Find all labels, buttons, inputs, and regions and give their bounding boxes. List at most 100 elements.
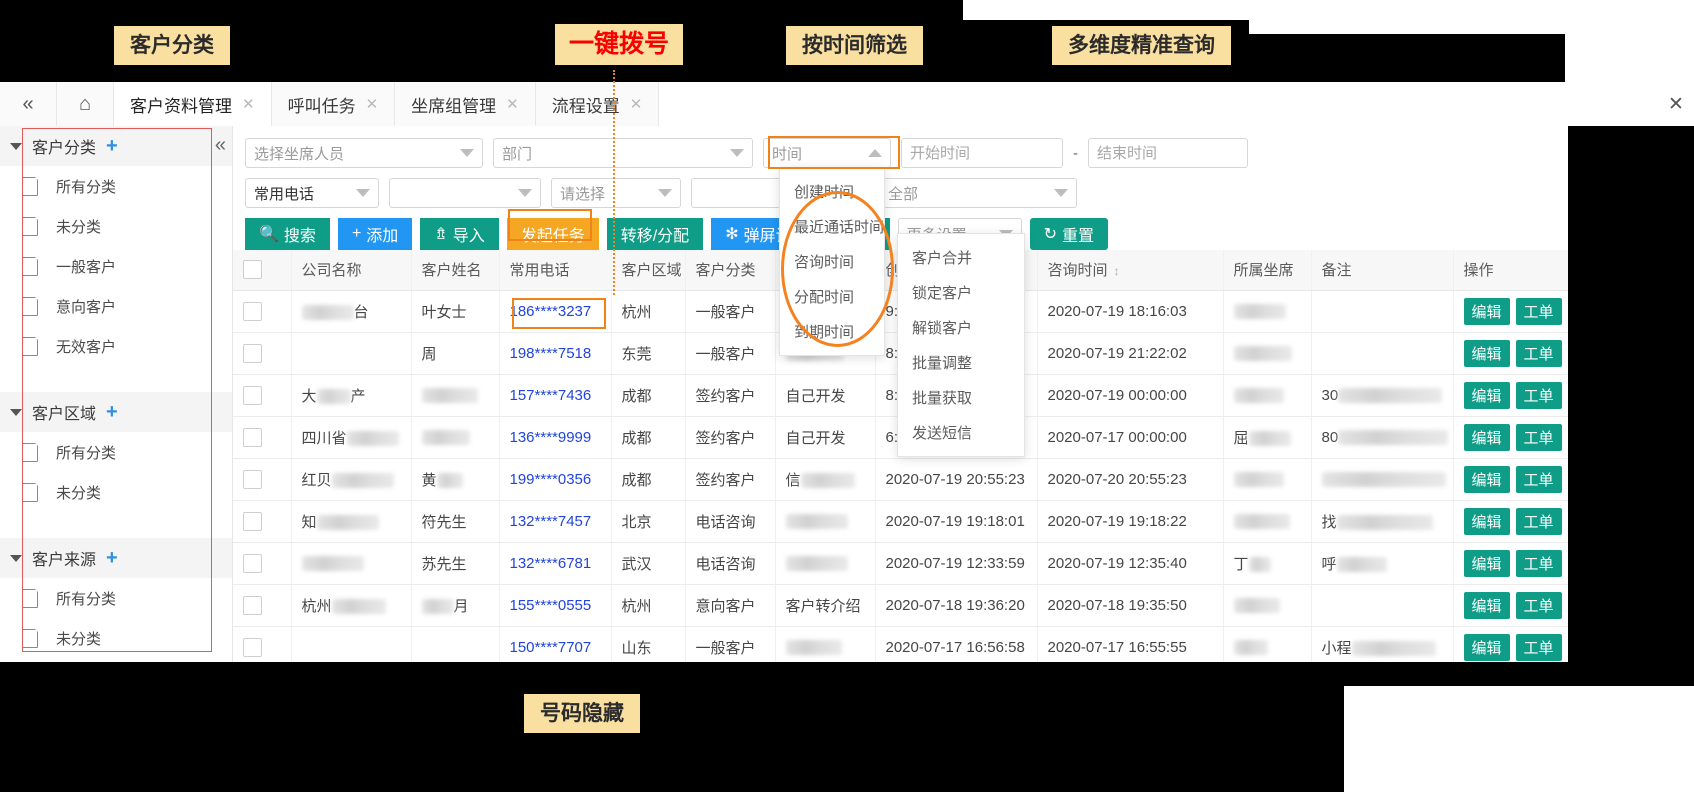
op-button[interactable]: 工单 [1516,340,1562,367]
sidebar-item-2-1[interactable]: 未分类 [0,618,232,658]
close-icon[interactable]: ✕ [366,95,379,113]
cell-op[interactable]: 编辑工单 [1453,584,1568,626]
phone-number[interactable]: 136****9999 [510,429,592,446]
cell-check[interactable] [233,458,291,500]
table-row[interactable]: 杭州月155****0555杭州意向客户客户转介绍2020-07-18 19:3… [233,584,1568,626]
close-icon[interactable]: ✕ [242,95,255,113]
tabstrip-close-all-icon[interactable]: ✕ [1658,82,1694,126]
op-button[interactable]: 工单 [1516,508,1562,535]
cell-op[interactable]: 编辑工单 [1453,500,1568,542]
sidebar-item-0-2[interactable]: 一般客户 [0,246,232,286]
start-time-input[interactable] [901,138,1063,168]
op-button[interactable]: 工单 [1516,424,1562,451]
table-row[interactable]: 150****7707山东一般客户2020-07-17 16:56:582020… [233,626,1568,662]
cell-phone[interactable]: 150****7707 [499,626,611,662]
row-checkbox[interactable] [243,428,262,447]
phone-value-select[interactable] [389,178,541,208]
cell-check[interactable] [233,374,291,416]
tab-call-task[interactable]: 呼叫任务 ✕ [272,82,396,126]
cell-op[interactable]: 编辑工单 [1453,416,1568,458]
home-icon[interactable]: ⌂ [57,82,114,126]
op-button[interactable]: 编辑 [1464,382,1510,409]
op-button[interactable]: 工单 [1516,298,1562,325]
cell-op[interactable]: 编辑工单 [1453,332,1568,374]
start-task-button[interactable]: 发起任务 [507,218,599,250]
row-checkbox[interactable] [243,386,262,405]
op-button[interactable]: 工单 [1516,592,1562,619]
row-checkbox[interactable] [243,638,262,657]
table-row[interactable]: 苏先生132****6781武汉电话咨询2020-07-19 12:33:592… [233,542,1568,584]
op-button[interactable]: 编辑 [1464,634,1510,661]
phone-number[interactable]: 150****7707 [510,639,592,656]
cell-check[interactable] [233,290,291,332]
more-menu-item-lock[interactable]: 锁定客户 [898,275,1024,310]
cell-phone[interactable]: 155****0555 [499,584,611,626]
sidebar-item-1-1[interactable]: 未分类 [0,472,232,512]
more-settings-dropdown-menu[interactable]: 客户合并 锁定客户 解锁客户 批量调整 批量获取 发送短信 [897,233,1025,457]
op-button[interactable]: 编辑 [1464,550,1510,577]
row-checkbox[interactable] [243,512,262,531]
cell-check[interactable] [233,542,291,584]
phone-number[interactable]: 198****7518 [510,345,592,362]
tab-customer-data[interactable]: 客户资料管理 ✕ [114,82,272,126]
cell-check[interactable] [233,500,291,542]
sidebar-group-header-0[interactable]: 客户分类+ [0,126,232,166]
cell-phone[interactable]: 132****6781 [499,542,611,584]
cell-op[interactable]: 编辑工单 [1453,290,1568,332]
more-menu-item-merge[interactable]: 客户合并 [898,240,1024,275]
transfer-assign-button[interactable]: 转移/分配 [607,218,703,250]
time-menu-item-last-call[interactable]: 最近通话时间 [780,209,884,244]
sidebar-group-header-1[interactable]: 客户区域+ [0,392,232,432]
time-menu-item-consult[interactable]: 咨询时间 [780,244,884,279]
row-checkbox[interactable] [243,302,262,321]
collapse-sidebar-icon[interactable]: « [0,82,57,126]
op-button[interactable]: 编辑 [1464,592,1510,619]
sidebar-group-header-2[interactable]: 客户来源+ [0,538,232,578]
reset-button[interactable]: ↻ 重置 [1030,218,1108,250]
row-checkbox[interactable] [243,344,262,363]
phone-number[interactable]: 199****0356 [510,471,592,488]
more-menu-item-unlock[interactable]: 解锁客户 [898,310,1024,345]
time-menu-item-create[interactable]: 创建时间 [780,174,884,209]
all-department-select[interactable]: 全部 [879,178,1077,208]
cell-check[interactable] [233,332,291,374]
tab-agent-group[interactable]: 坐席组管理 ✕ [395,82,536,126]
cell-phone[interactable]: 136****9999 [499,416,611,458]
table-row[interactable]: 红贝黄199****0356成都签约客户信2020-07-19 20:55:23… [233,458,1568,500]
more-menu-item-batch-adjust[interactable]: 批量调整 [898,345,1024,380]
op-button[interactable]: 工单 [1516,634,1562,661]
time-menu-item-assign[interactable]: 分配时间 [780,279,884,314]
time-type-select[interactable]: 时间 [763,138,891,168]
cell-phone[interactable]: 132****7457 [499,500,611,542]
sort-icon[interactable]: ↕ [1114,265,1120,277]
sidebar-item-2-0[interactable]: 所有分类 [0,578,232,618]
department-select[interactable]: 部门 [493,138,753,168]
cell-phone[interactable]: 199****0356 [499,458,611,500]
op-button[interactable]: 编辑 [1464,424,1510,451]
add-category-icon[interactable]: + [106,548,118,568]
row-checkbox[interactable] [243,554,262,573]
table-row[interactable]: 知符先生132****7457北京电话咨询2020-07-19 19:18:01… [233,500,1568,542]
chevron-down-icon[interactable] [10,409,22,416]
sidebar-item-0-0[interactable]: 所有分类 [0,166,232,206]
tab-process-settings[interactable]: 流程设置 ✕ [536,82,660,126]
close-icon[interactable]: ✕ [506,95,519,113]
sidebar-item-1-0[interactable]: 所有分类 [0,432,232,472]
op-button[interactable]: 工单 [1516,382,1562,409]
op-button[interactable]: 编辑 [1464,340,1510,367]
op-button[interactable]: 编辑 [1464,508,1510,535]
add-category-icon[interactable]: + [106,136,118,156]
select-all-checkbox[interactable] [243,260,262,279]
sidebar-item-0-4[interactable]: 无效客户 [0,326,232,366]
chevron-down-icon[interactable] [10,555,22,562]
cell-check[interactable] [233,626,291,662]
cell-op[interactable]: 编辑工单 [1453,458,1568,500]
phone-number[interactable]: 157****7436 [510,387,592,404]
op-button[interactable]: 工单 [1516,466,1562,493]
sidebar-collapse-icon[interactable]: « [215,134,226,157]
op-button[interactable]: 工单 [1516,550,1562,577]
end-time-input[interactable] [1088,138,1248,168]
add-button[interactable]: + 添加 [338,218,412,250]
phone-number[interactable]: 132****7457 [510,513,592,530]
more-menu-item-send-sms[interactable]: 发送短信 [898,415,1024,450]
